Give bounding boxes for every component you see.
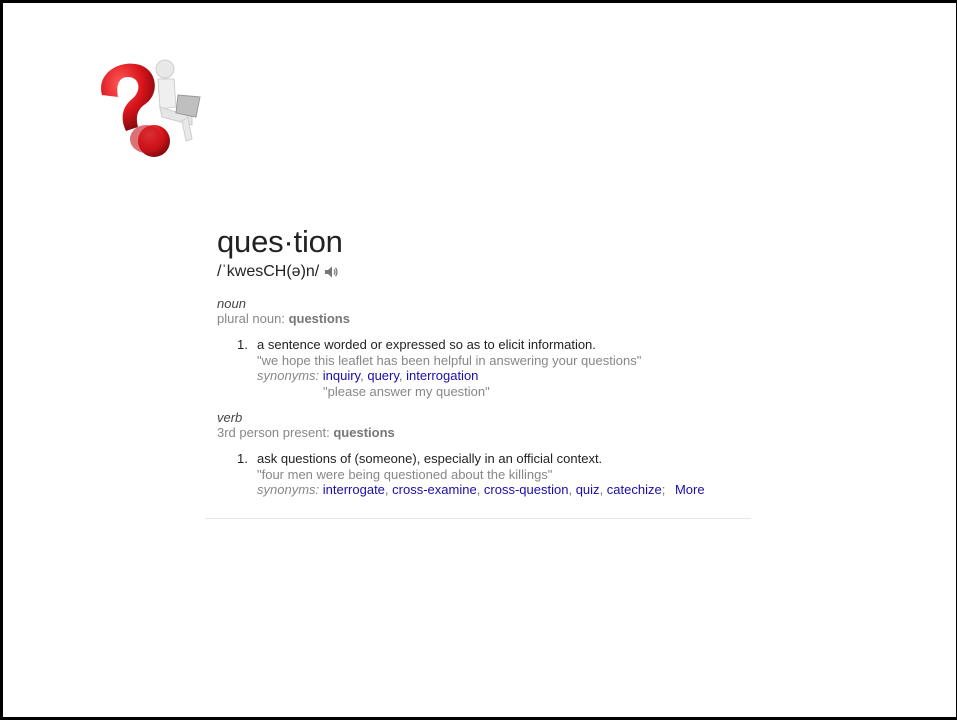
synonyms-row: synonyms: inquiry, query, interrogation	[257, 368, 479, 383]
synonym-link[interactable]: interrogation	[406, 368, 478, 383]
synonyms-label: synonyms:	[257, 482, 320, 497]
synonyms-row: synonyms: interrogate, cross-examine, cr…	[257, 482, 705, 497]
noun-inflection-label: plural noun:	[217, 311, 289, 326]
definition-item: 1. a sentence worded or expressed so as …	[217, 337, 757, 399]
verb-section: verb 3rd person present: questions 1. as…	[217, 410, 757, 498]
definition-example: "four men were being questioned about th…	[257, 466, 553, 482]
headword: ques·tion	[217, 224, 343, 259]
noun-definitions: 1. a sentence worded or expressed so as …	[217, 337, 757, 399]
definition-example: "we hope this leaflet has been helpful i…	[257, 352, 642, 368]
verb-inflection-label: 3rd person present:	[217, 425, 334, 440]
pronunciation-row: /ˈkwesCH(ə)n/	[217, 261, 757, 283]
divider-line	[205, 518, 751, 519]
synonym-example: "please answer my question"	[323, 383, 490, 399]
more-synonyms-link[interactable]: More	[675, 482, 705, 497]
question-mark-illustration	[88, 55, 208, 165]
synonym-link[interactable]: interrogate	[323, 482, 385, 497]
noun-inflection-value: questions	[288, 311, 350, 326]
part-of-speech-verb: verb	[217, 410, 243, 425]
pronunciation: /ˈkwesCH(ə)n/	[217, 263, 320, 280]
noun-section: noun plural noun: questions 1. a sentenc…	[217, 296, 757, 399]
noun-inflection: plural noun: questions	[217, 311, 757, 327]
definition-item: 1. ask questions of (someone), especiall…	[217, 451, 757, 498]
part-of-speech-noun: noun	[217, 296, 246, 311]
verb-definitions: 1. ask questions of (someone), especiall…	[217, 451, 757, 498]
synonym-link[interactable]: cross-examine	[392, 482, 477, 497]
synonym-link[interactable]: catechize	[607, 482, 662, 497]
verb-inflection: 3rd person present: questions	[217, 425, 757, 441]
definition-text: ask questions of (someone), especially i…	[257, 451, 603, 466]
definition-number: 1.	[237, 337, 248, 352]
definition-number: 1.	[237, 451, 248, 466]
synonym-link[interactable]: cross-question	[484, 482, 569, 497]
synonym-link[interactable]: quiz	[576, 482, 600, 497]
speaker-icon[interactable]	[323, 263, 341, 281]
definition-text: a sentence worded or expressed so as to …	[257, 337, 596, 352]
synonym-link[interactable]: inquiry	[323, 368, 360, 383]
synonyms-label: synonyms:	[257, 368, 320, 383]
synonym-link[interactable]: query	[367, 368, 399, 383]
dictionary-card: ques·tion /ˈkwesCH(ə)n/ noun plural noun…	[217, 224, 757, 498]
verb-inflection-value: questions	[333, 425, 395, 440]
